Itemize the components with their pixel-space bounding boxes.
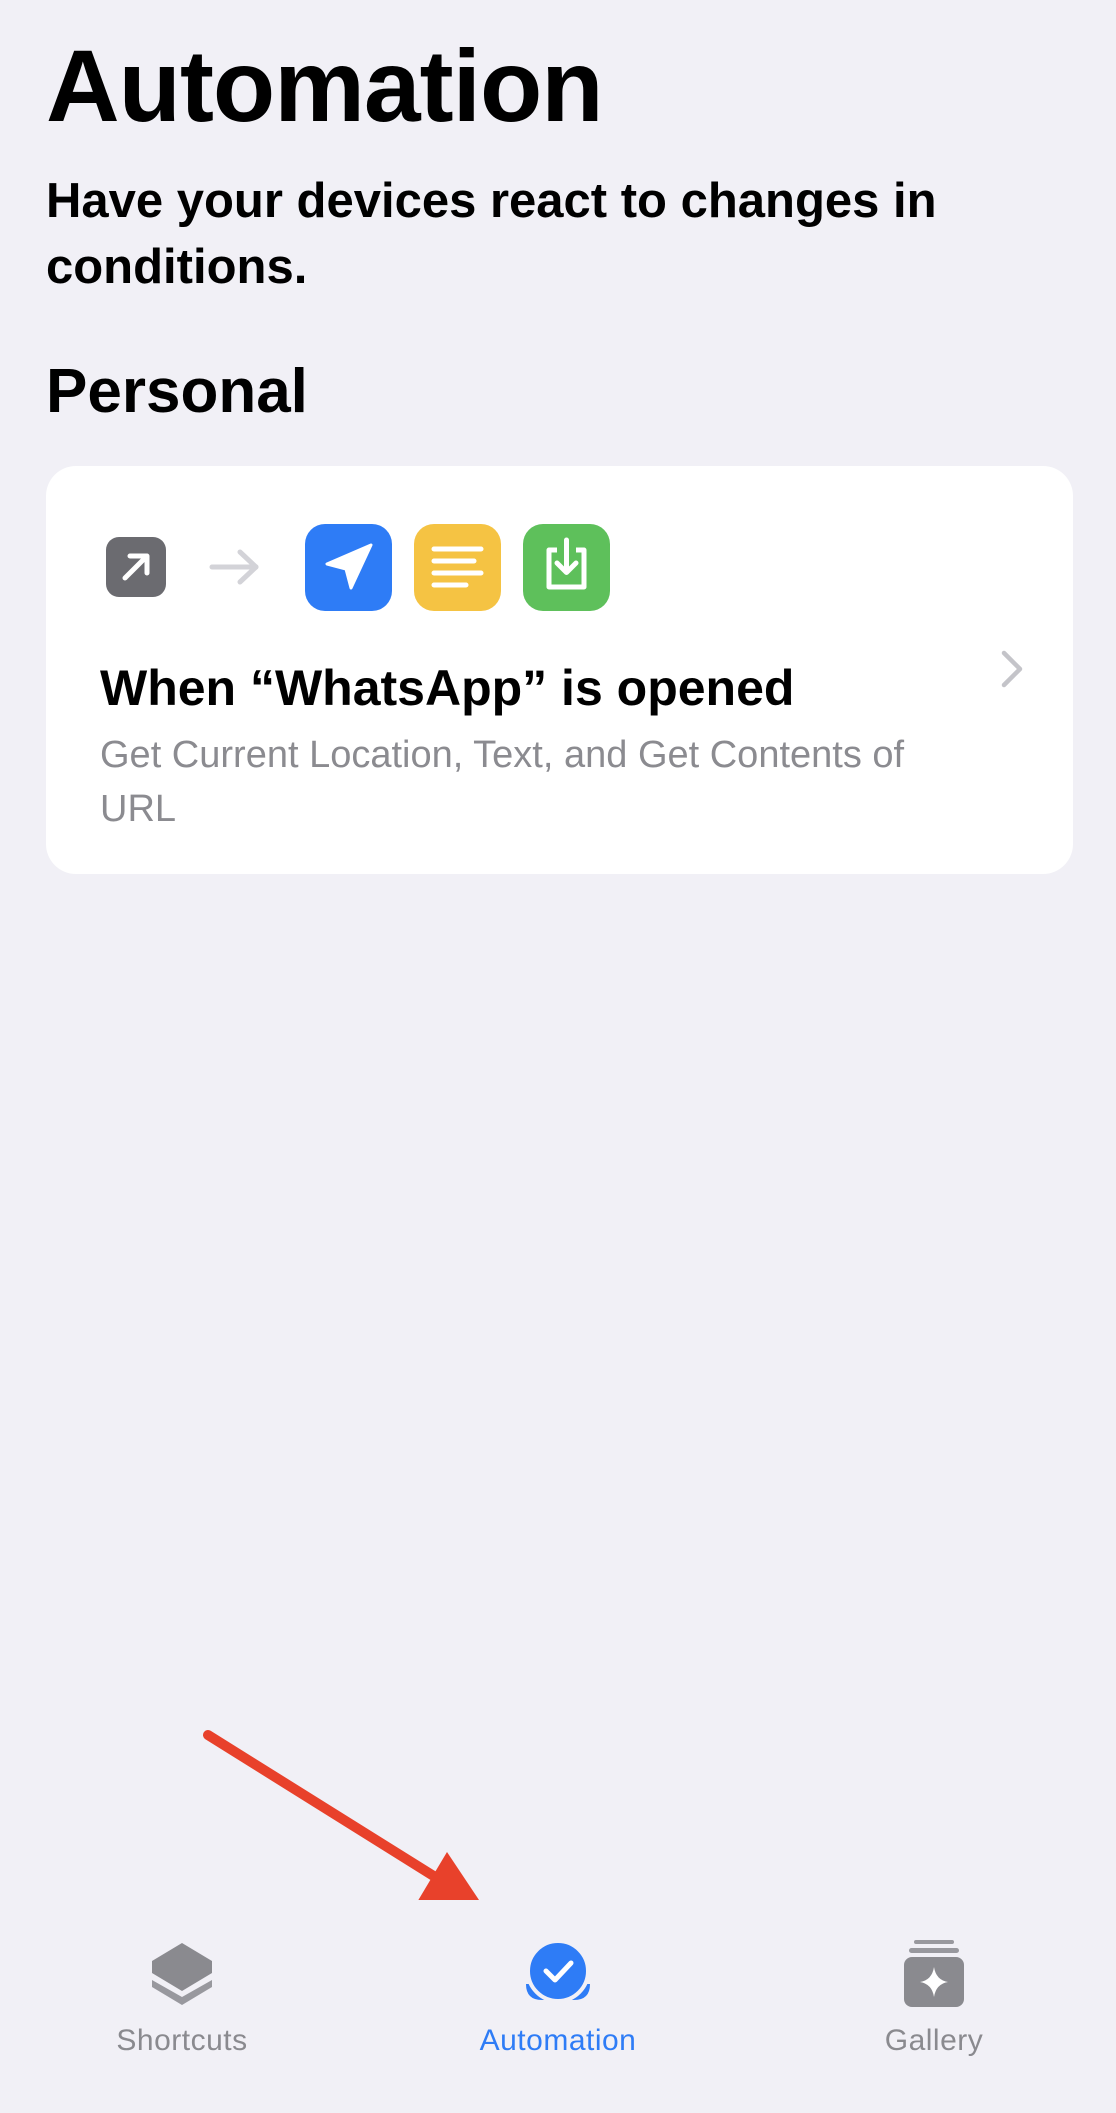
tab-bar: Shortcuts Automation Gallery <box>0 1900 1116 2113</box>
gallery-sparkle-icon <box>894 1934 974 2014</box>
automation-card[interactable]: When “WhatsApp” is opened Get Current Lo… <box>46 466 1073 874</box>
automation-check-icon <box>518 1934 598 2014</box>
annotation-arrow <box>203 1730 485 1909</box>
layers-icon <box>142 1934 222 2014</box>
tab-automation[interactable]: Automation <box>408 1900 708 2080</box>
automation-card-title: When “WhatsApp” is opened <box>100 660 795 716</box>
tab-label-automation: Automation <box>479 2024 637 2057</box>
flow-arrow-icon <box>209 547 261 587</box>
chevron-right-icon <box>999 648 1025 690</box>
app-open-arrow-icon <box>106 537 166 597</box>
tab-label-shortcuts: Shortcuts <box>116 2024 248 2057</box>
automation-card-description: Get Current Location, Text, and Get Cont… <box>100 734 905 830</box>
tab-shortcuts[interactable]: Shortcuts <box>32 1900 332 2080</box>
text-lines-icon <box>414 524 501 611</box>
page-title: Automation <box>46 29 604 143</box>
location-arrow-icon <box>305 524 392 611</box>
download-tray-icon <box>523 524 610 611</box>
page-subtitle: Have your devices react to changes in co… <box>46 174 937 294</box>
tab-gallery[interactable]: Gallery <box>784 1900 1084 2080</box>
section-title-personal: Personal <box>46 357 308 426</box>
tab-label-gallery: Gallery <box>884 2024 984 2057</box>
